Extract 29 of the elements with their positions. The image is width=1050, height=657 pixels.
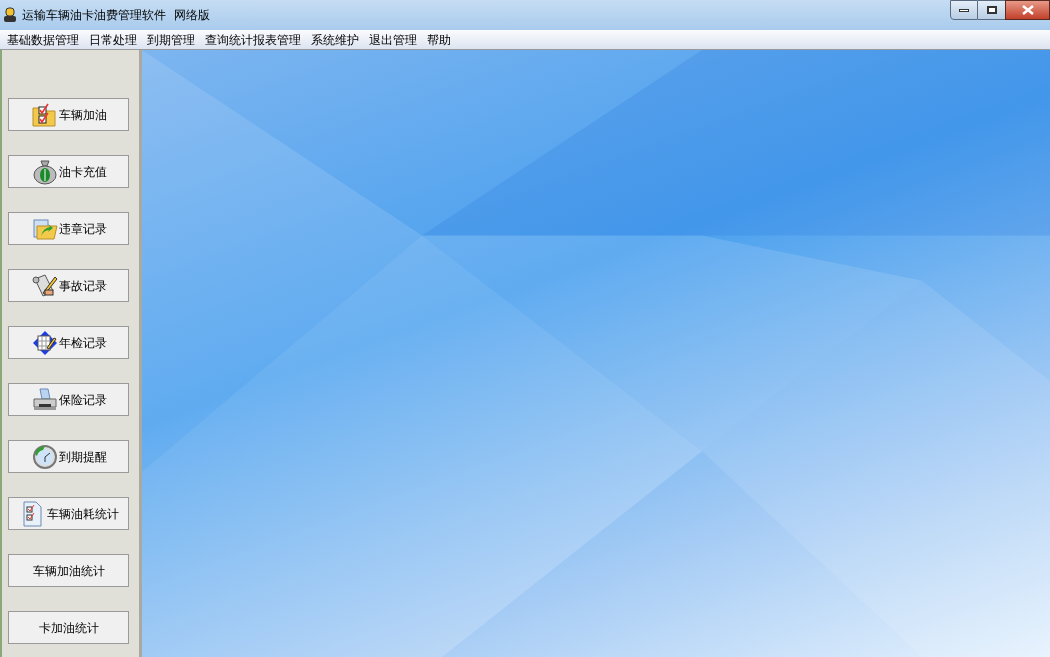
close-button[interactable] bbox=[1005, 0, 1050, 20]
sidebar-button[interactable]: 油卡充值 bbox=[8, 155, 129, 188]
sidebar-button[interactable]: 保险记录 bbox=[8, 383, 129, 416]
money-bag-icon bbox=[30, 158, 59, 185]
sidebar-button[interactable]: 车辆加油 bbox=[8, 98, 129, 131]
menu-item[interactable]: 退出管理 bbox=[364, 30, 422, 49]
menu-item[interactable]: 帮助 bbox=[422, 30, 456, 49]
sidebar-button[interactable]: 事故记录 bbox=[8, 269, 129, 302]
scroll-pen-icon bbox=[30, 272, 59, 299]
menu-item[interactable]: 查询统计报表管理 bbox=[200, 30, 306, 49]
sidebar-button[interactable]: 违章记录 bbox=[8, 212, 129, 245]
maximize-button[interactable] bbox=[978, 0, 1005, 20]
menu-item[interactable]: 系统维护 bbox=[306, 30, 364, 49]
menu-item[interactable]: 日常处理 bbox=[84, 30, 142, 49]
close-icon bbox=[1021, 5, 1034, 15]
minimize-icon bbox=[959, 8, 969, 12]
app-logo-icon bbox=[3, 7, 17, 23]
sidebar-button[interactable]: 车辆油耗统计 bbox=[8, 497, 129, 530]
sidebar-button[interactable]: 到期提醒 bbox=[8, 440, 129, 473]
sidebar-button[interactable]: 卡加油统计 bbox=[8, 611, 129, 644]
menu-item[interactable]: 基础数据管理 bbox=[2, 30, 84, 49]
maximize-icon bbox=[986, 6, 997, 14]
sidebar-button[interactable]: 车辆加油统计 bbox=[8, 554, 129, 587]
window-title: 运输车辆油卡油费管理软件 网络版 bbox=[22, 7, 210, 24]
minimize-button[interactable] bbox=[950, 0, 978, 20]
checklist-folder-icon bbox=[30, 101, 59, 128]
sidebar-button[interactable]: 年检记录 bbox=[8, 326, 129, 359]
printer-icon bbox=[30, 386, 59, 413]
menu-item[interactable]: 到期管理 bbox=[142, 30, 200, 49]
